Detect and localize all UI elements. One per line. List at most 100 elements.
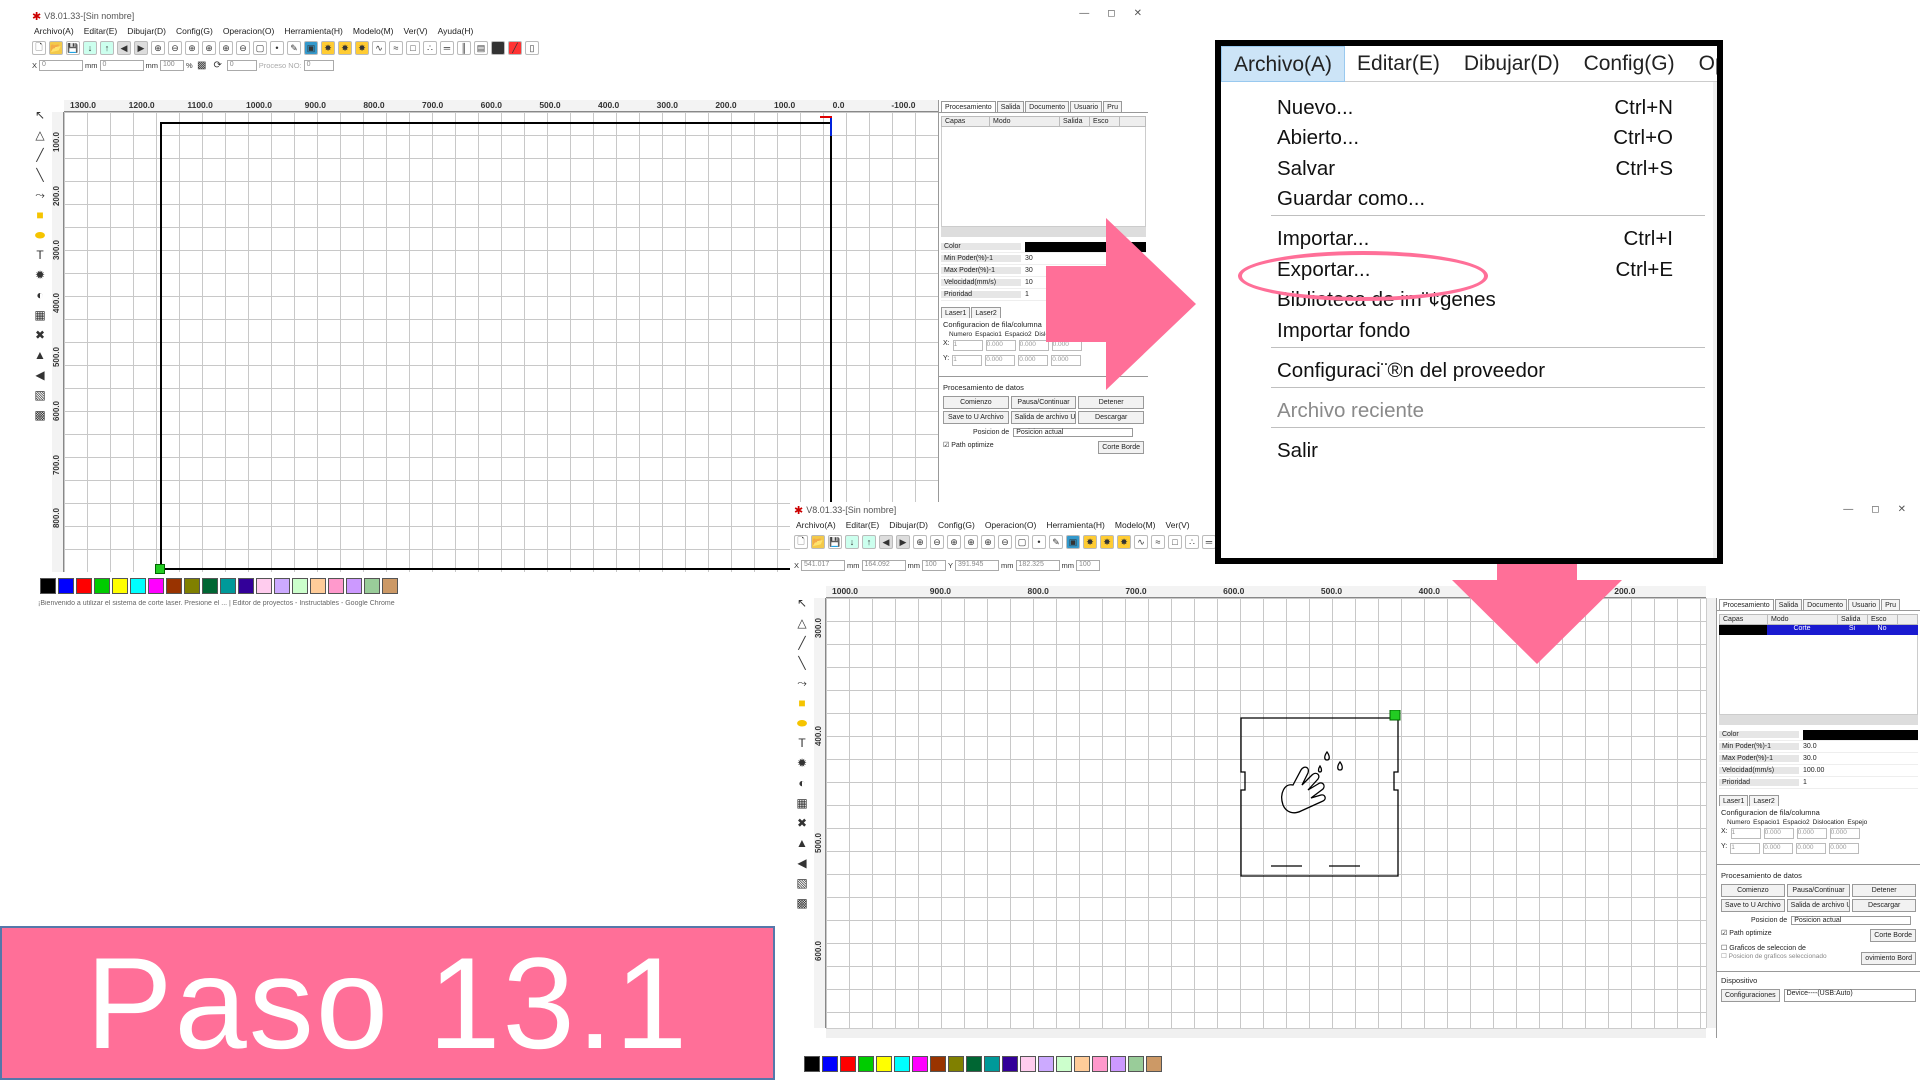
image-tool-icon[interactable]: ◐ [798, 776, 805, 790]
palette-swatch[interactable] [58, 578, 74, 594]
palette-swatch[interactable] [292, 578, 308, 594]
zoom-fit-icon[interactable]: ⊕ [947, 535, 961, 549]
position-select[interactable]: Posicion actual [1013, 428, 1134, 437]
menu-item[interactable]: Operacion(O) [985, 520, 1037, 530]
position-select[interactable]: Posicion actual [1791, 916, 1912, 925]
file-menu-item-importar-fondo[interactable]: Importar fondo [1221, 319, 1713, 347]
canvas-scrollbar-h[interactable] [826, 1028, 1706, 1038]
property-value[interactable]: 10 [1021, 279, 1033, 286]
rect-frame-icon[interactable]: □ [406, 41, 420, 55]
palette-swatch[interactable] [202, 578, 218, 594]
file-menu-item-abierto[interactable]: Abierto... Ctrl+O [1221, 126, 1713, 154]
menu-item[interactable]: Herramienta(H) [284, 26, 343, 36]
scale-field[interactable]: 100 [160, 59, 185, 71]
pen-icon[interactable]: ✎ [287, 41, 301, 55]
redo-icon[interactable]: ▶ [896, 535, 910, 549]
node-edit-icon[interactable]: △ [797, 616, 806, 630]
grid-tool-icon[interactable]: ▦ [796, 796, 807, 810]
palette-swatch[interactable] [858, 1056, 874, 1072]
array3-icon[interactable]: ✸ [1117, 535, 1131, 549]
palette-swatch[interactable] [130, 578, 146, 594]
menu-item[interactable]: Ver(V) [404, 26, 428, 36]
polyline-tool-icon[interactable]: ╲ [36, 168, 43, 182]
align-v-icon[interactable]: ║ [457, 41, 471, 55]
palette-swatch[interactable] [94, 578, 110, 594]
close-icon[interactable]: ✕ [1134, 8, 1142, 19]
zoom-page-icon[interactable]: ⊕ [202, 41, 216, 55]
redo-icon[interactable]: ▶ [134, 41, 148, 55]
zoom-in-icon[interactable]: ⊕ [151, 41, 165, 55]
palette-swatch[interactable] [382, 578, 398, 594]
zoom-select-icon[interactable]: ⊕ [219, 41, 233, 55]
image-tool-icon[interactable]: ◐ [36, 288, 43, 302]
point-tool-icon[interactable]: ✹ [797, 756, 807, 770]
menu-item[interactable]: Modelo(M) [1115, 520, 1156, 530]
palette-swatch[interactable] [804, 1056, 820, 1072]
page-tool-icon[interactable]: ▧ [34, 388, 45, 402]
rowcol-y-count[interactable]: 1 [952, 355, 983, 366]
laser-tab[interactable]: Laser1 [1719, 795, 1749, 806]
array-icon[interactable]: ✸ [321, 41, 335, 55]
panel-tab[interactable]: Pru [1881, 599, 1900, 610]
menu-item[interactable]: Config(G) [176, 26, 213, 36]
curve-icon[interactable]: ∿ [1134, 535, 1148, 549]
page-tool-icon[interactable]: ▧ [796, 876, 807, 890]
device-select[interactable]: Device----(USB:Auto) [1783, 989, 1916, 1002]
zoom-menu-item[interactable]: Archivo(A) [1221, 46, 1346, 82]
rowcol-x-space[interactable]: 0.000 [985, 340, 1016, 351]
palette-swatch[interactable] [238, 578, 254, 594]
mirror-v-icon[interactable]: ▲ [34, 348, 46, 362]
import-icon[interactable]: ↓ [83, 41, 97, 55]
palette-swatch[interactable] [840, 1056, 856, 1072]
panel-tab[interactable]: Pru [1103, 101, 1122, 112]
rowcol-x-space2[interactable]: 0.000 [1796, 828, 1827, 839]
undo-icon[interactable]: ◀ [879, 535, 893, 549]
mirror-v-icon[interactable]: ▲ [796, 836, 808, 850]
rect-frame-icon[interactable]: □ [1168, 535, 1182, 549]
select-tool-icon[interactable]: ↖ [797, 596, 807, 610]
menu-item[interactable]: Modelo(M) [353, 26, 394, 36]
rowcol-y-space[interactable]: 0.000 [985, 355, 1016, 366]
file-output-button[interactable]: Descargar [1852, 899, 1917, 912]
align-h-icon[interactable]: ═ [1202, 535, 1216, 549]
panel-tab[interactable]: Documento [1803, 599, 1847, 610]
curve-tool-icon[interactable]: ⤳ [797, 676, 807, 690]
rect-tool-icon[interactable]: ■ [798, 696, 805, 710]
rowcol-y-disloc[interactable]: 0.000 [1829, 843, 1860, 854]
width-field[interactable]: 164.092 [861, 559, 906, 571]
path-optimize-checkbox[interactable]: ☑ Path optimize [943, 441, 994, 454]
canvas-scrollbar-v[interactable] [1706, 598, 1716, 1028]
rowcol-x-count[interactable]: 1 [952, 340, 983, 351]
pos-graficos-checkbox[interactable]: ☐ Posicion de graficos seleccionado [1721, 952, 1827, 965]
file-menu-item-archivo-reciente[interactable]: Archivo reciente [1221, 399, 1713, 427]
zoom-in-icon[interactable]: ⊕ [913, 535, 927, 549]
array2-icon[interactable]: ✸ [1100, 535, 1114, 549]
palette-swatch[interactable] [40, 578, 56, 594]
zoom-all-icon[interactable]: ⊖ [236, 41, 250, 55]
polyline-tool-icon[interactable]: ╲ [798, 656, 805, 670]
rotate-icon[interactable]: ⟳ [211, 58, 225, 72]
palette-swatch[interactable] [948, 1056, 964, 1072]
array-icon[interactable]: ✸ [1083, 535, 1097, 549]
minimize-icon[interactable]: — [1079, 8, 1089, 19]
angle-field[interactable]: 0 [226, 59, 257, 71]
node-icon[interactable]: • [270, 41, 284, 55]
palette-swatch[interactable] [184, 578, 200, 594]
panel-tab[interactable]: Procesamiento [1719, 599, 1774, 610]
text-tool-icon[interactable]: T [36, 248, 43, 262]
property-value[interactable]: 1 [1799, 779, 1807, 786]
line-tool-icon[interactable]: ╱ [798, 636, 805, 650]
property-value[interactable]: 30.0 [1799, 755, 1817, 762]
laser-icon[interactable]: ╱ [508, 41, 522, 55]
palette-swatch[interactable] [310, 578, 326, 594]
scale-x-field[interactable]: 100 [922, 559, 947, 571]
palette-swatch[interactable] [1110, 1056, 1126, 1072]
palette-swatch[interactable] [1128, 1056, 1144, 1072]
save-icon[interactable]: 💾 [66, 41, 80, 55]
ellipse-tool-icon[interactable]: ⬬ [35, 228, 45, 242]
panel-tab[interactable]: Salida [996, 101, 1025, 112]
curve-icon[interactable]: ∿ [372, 41, 386, 55]
layer-scrollbar[interactable] [1719, 715, 1918, 725]
process-no-field[interactable]: 0 [303, 59, 334, 71]
pattern-tool-icon[interactable]: ▩ [796, 896, 807, 910]
